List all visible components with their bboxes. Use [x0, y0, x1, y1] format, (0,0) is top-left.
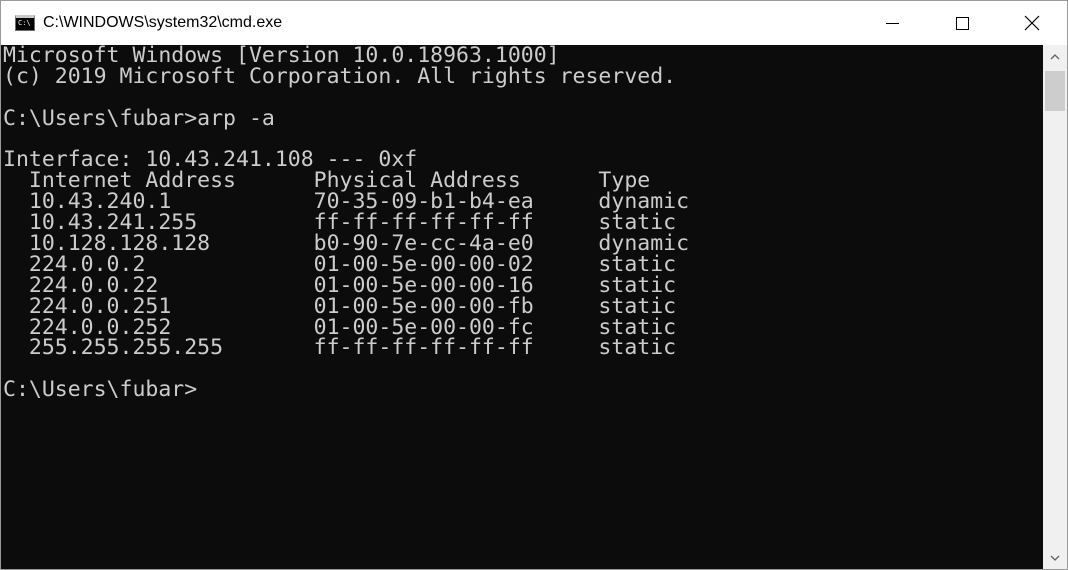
vertical-scrollbar[interactable] — [1043, 45, 1067, 569]
console-line: 255.255.255.255 ff-ff-ff-ff-ff-ff static — [3, 335, 677, 361]
app-icon-glyph: C:\ — [18, 19, 31, 27]
console-app-icon[interactable]: C:\ — [15, 15, 35, 31]
console-window: C:\ C:\WINDOWS\system32\cmd.exe Microsof… — [0, 0, 1068, 570]
close-button[interactable] — [997, 1, 1067, 45]
console-output-area[interactable]: Microsoft Windows [Version 10.0.18963.10… — [1, 45, 1043, 569]
minimize-button[interactable] — [857, 1, 927, 45]
scroll-down-button[interactable] — [1043, 546, 1067, 569]
console-line: (c) 2019 Microsoft Corporation. All righ… — [3, 63, 677, 89]
console-text: Microsoft Windows [Version 10.0.18963.10… — [3, 45, 689, 403]
console-line: C:\Users\fubar> — [3, 377, 198, 403]
close-icon — [1024, 15, 1040, 31]
scrollbar-thumb[interactable] — [1045, 71, 1065, 111]
scroll-up-arrow-icon — [1050, 54, 1060, 60]
scroll-down-arrow-icon — [1050, 555, 1060, 561]
title-bar[interactable]: C:\ C:\WINDOWS\system32\cmd.exe — [1, 1, 1067, 45]
window-title: C:\WINDOWS\system32\cmd.exe — [43, 14, 283, 31]
scroll-up-button[interactable] — [1043, 45, 1067, 69]
maximize-icon — [955, 16, 969, 30]
maximize-button[interactable] — [927, 1, 997, 45]
minimize-icon — [885, 22, 899, 24]
console-line: C:\Users\fubar>arp -a — [3, 105, 275, 131]
